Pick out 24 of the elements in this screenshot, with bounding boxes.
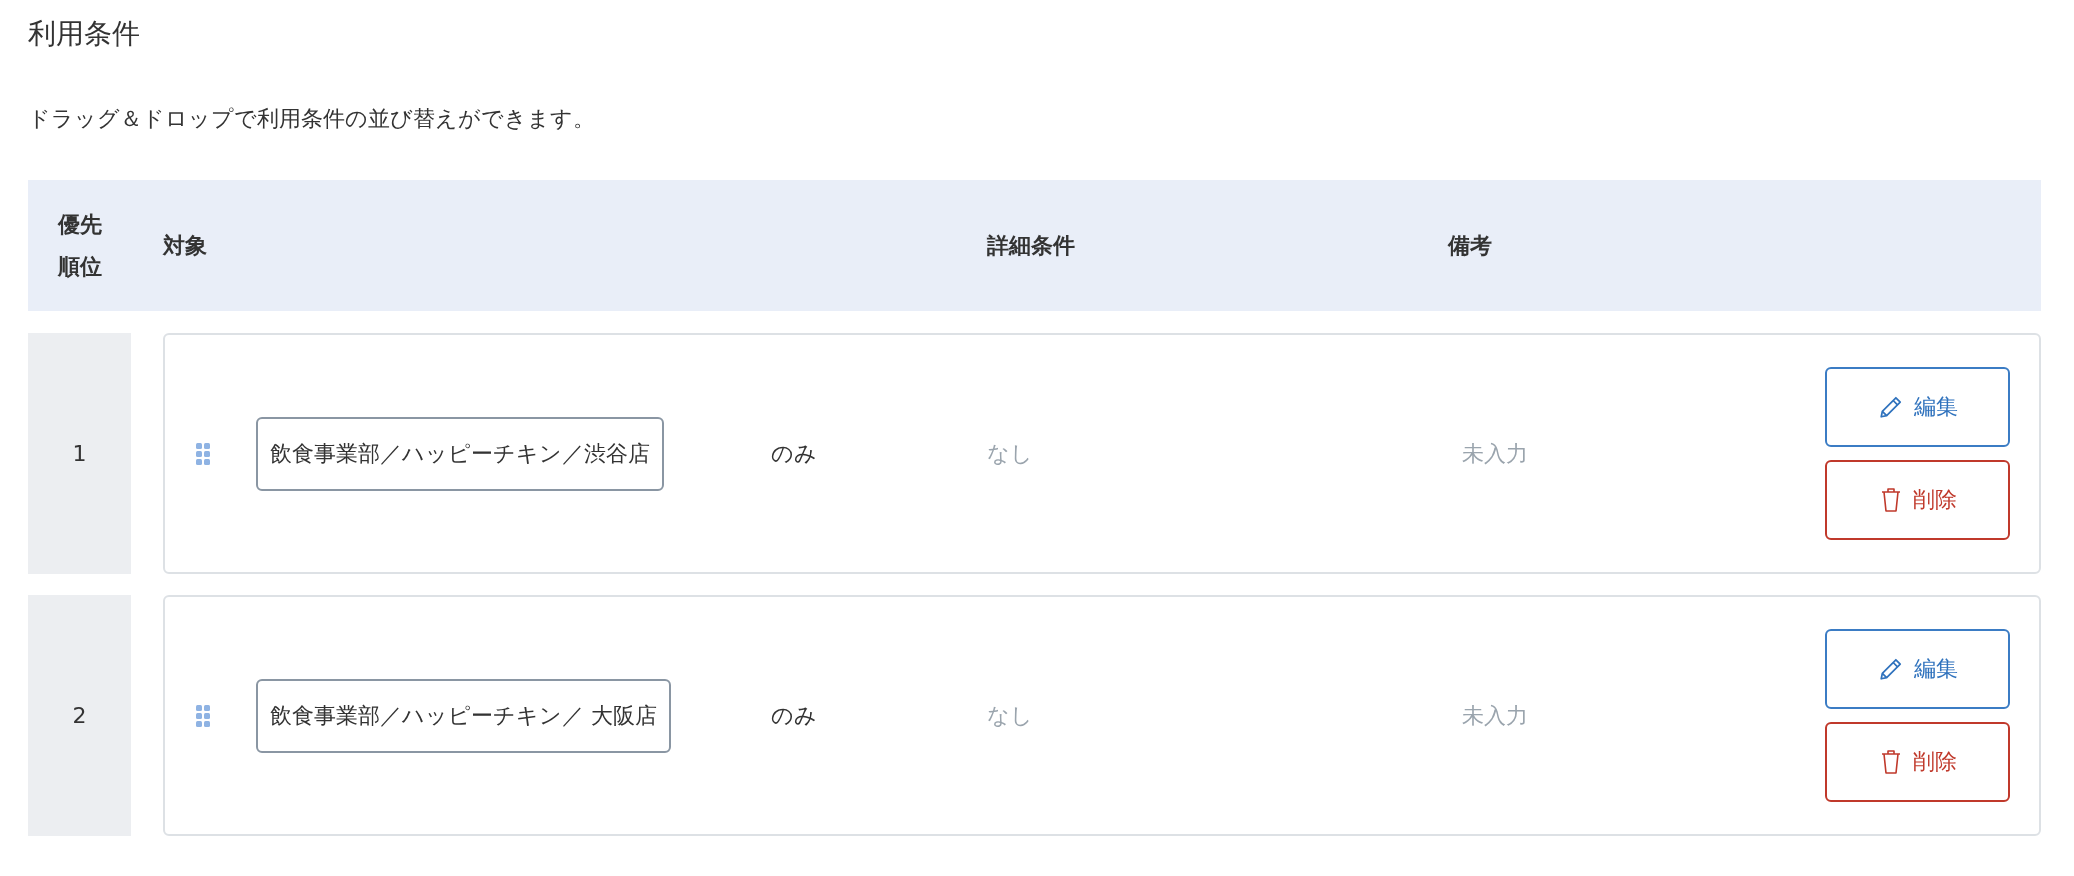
qualifier-text: のみ xyxy=(771,701,817,730)
qualifier-text: のみ xyxy=(771,439,817,468)
pencil-icon xyxy=(1877,656,1904,682)
pencil-icon xyxy=(1877,394,1904,420)
section-title: 利用条件 xyxy=(28,16,141,52)
column-header: 備考 xyxy=(1448,231,1492,260)
detail-text: なし xyxy=(987,701,1033,730)
column-header: 対象 xyxy=(163,231,207,260)
description-text: ドラッグ＆ドロップで利用条件の並び替えができます。 xyxy=(28,105,596,133)
target-tag: 飲食事業部／ハッピーチキン／ 大阪店 xyxy=(256,678,671,753)
drag-handle-icon[interactable] xyxy=(196,442,210,465)
column-header: 優先順位 xyxy=(57,210,102,281)
priority-cell: 2 xyxy=(28,595,131,836)
edit-button[interactable]: 編集 xyxy=(1825,629,2010,709)
delete-button[interactable]: 削除 xyxy=(1825,722,2010,802)
note-text: 未入力 xyxy=(1462,439,1528,468)
detail-text: なし xyxy=(987,439,1033,468)
delete-button[interactable]: 削除 xyxy=(1825,460,2010,540)
priority-cell: 1 xyxy=(28,333,131,574)
drag-handle-icon[interactable] xyxy=(196,704,210,727)
edit-button[interactable]: 編集 xyxy=(1825,367,2010,447)
note-text: 未入力 xyxy=(1462,701,1528,730)
target-tag: 飲食事業部／ハッピーチキン／渋谷店 xyxy=(256,416,664,491)
column-header: 詳細条件 xyxy=(987,231,1075,260)
